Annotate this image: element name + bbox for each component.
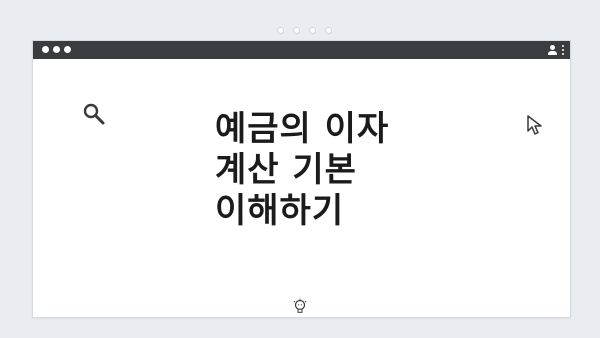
- window-controls: [42, 46, 71, 53]
- browser-window: 예금의 이자 계산 기본 이해하기: [32, 40, 571, 318]
- browser-titlebar: [33, 41, 570, 59]
- page-dot: [325, 27, 332, 34]
- kebab-menu-icon[interactable]: [562, 44, 564, 55]
- title-line: 예금의 이자: [215, 109, 390, 149]
- page-dot: [309, 27, 316, 34]
- title-line: 이해하기: [215, 191, 345, 231]
- page-title: 예금의 이자 계산 기본 이해하기: [215, 109, 389, 232]
- lightbulb-icon: [293, 298, 307, 313]
- magnifier-icon: [83, 103, 105, 125]
- user-icon[interactable]: [548, 43, 558, 56]
- titlebar-actions: [548, 43, 564, 56]
- mouse-pointer-icon: [527, 115, 542, 135]
- page-content: 예금의 이자 계산 기본 이해하기: [33, 59, 570, 317]
- page-dot: [293, 27, 300, 34]
- minimize-window-button[interactable]: [53, 46, 60, 53]
- page-background: 예금의 이자 계산 기본 이해하기: [0, 0, 600, 338]
- title-line: 계산 기본: [215, 150, 357, 190]
- page-indicator-dots: [277, 27, 332, 34]
- page-dot: [277, 27, 284, 34]
- maximize-window-button[interactable]: [64, 46, 71, 53]
- close-window-button[interactable]: [42, 46, 49, 53]
